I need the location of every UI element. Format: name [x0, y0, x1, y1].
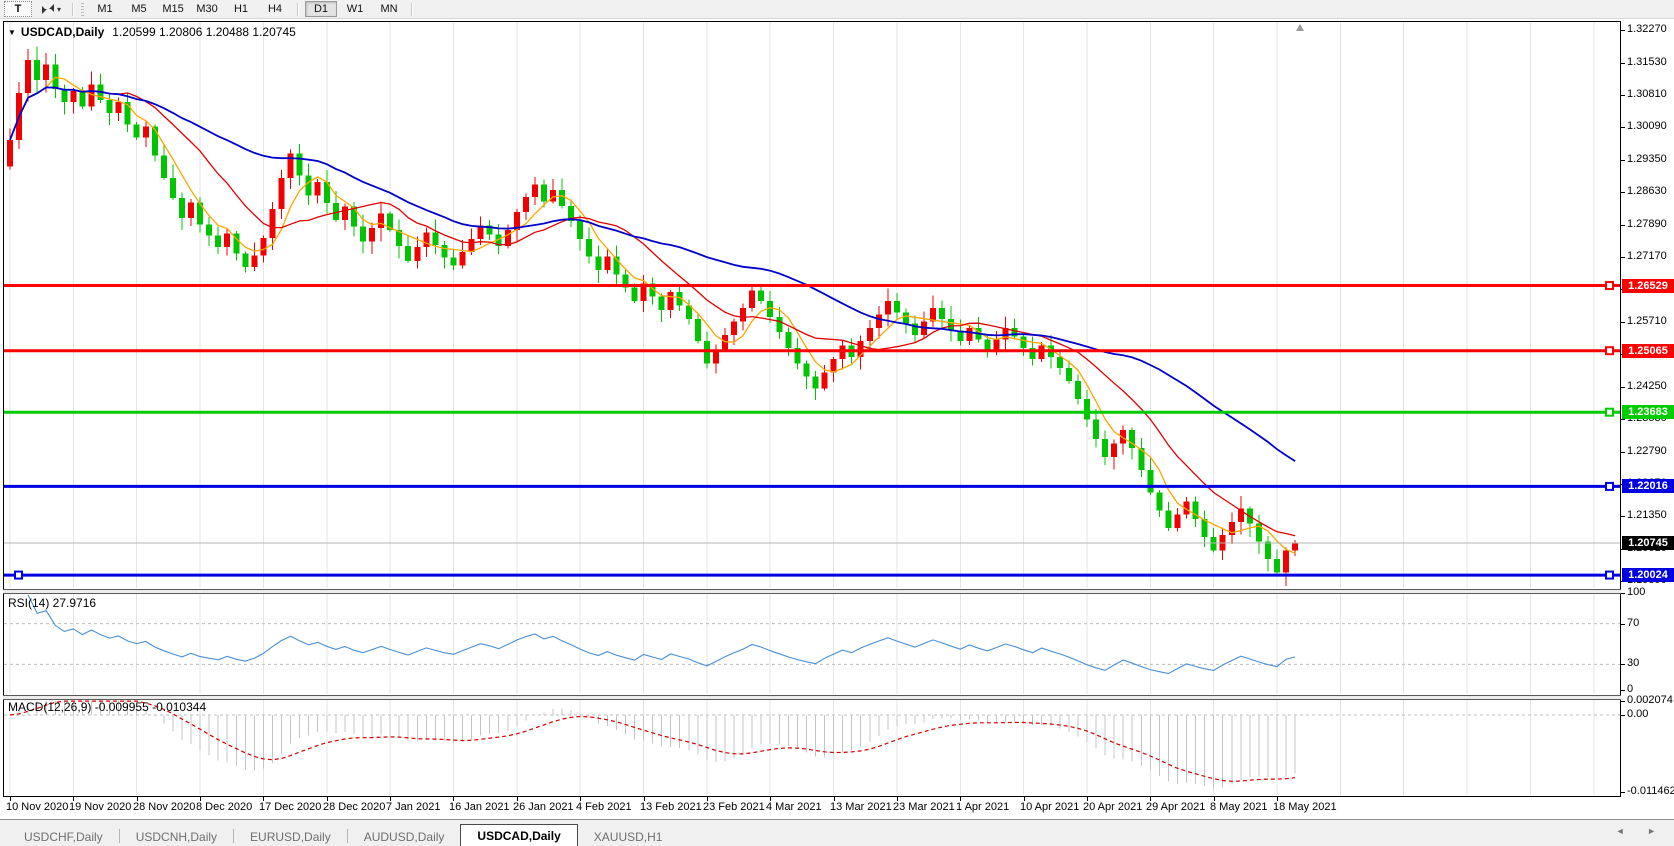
chart-menu-icon[interactable]: ▼	[8, 28, 16, 37]
price-axis-tick	[1621, 452, 1625, 453]
macd-axis-tick	[1621, 701, 1625, 702]
rsi-axis-label: 100	[1627, 586, 1645, 598]
macd-axis-label: 0.00	[1627, 708, 1648, 720]
panel-divider-macd[interactable]	[3, 695, 1621, 700]
chart-tab-usdcnh[interactable]: USDCNH,Daily	[120, 827, 233, 846]
date-axis-label: 8 May 2021	[1210, 801, 1267, 813]
date-axis-label: 17 Dec 2020	[259, 801, 321, 813]
price-level-tag[interactable]: 1.23683	[1622, 405, 1674, 419]
tab-scroll-right-button[interactable]: ►	[1647, 826, 1666, 836]
date-axis-label: 20 Apr 2021	[1083, 801, 1142, 813]
price-axis-tick	[1621, 225, 1625, 226]
rsi-axis-label: 30	[1627, 657, 1639, 669]
chart-tab-xauusd[interactable]: XAUUSD,H1	[578, 827, 679, 846]
price-axis-label: 1.21350	[1627, 509, 1667, 521]
price-axis-label: 1.32270	[1627, 23, 1667, 35]
chart-ohlc: 1.20599 1.20806 1.20488 1.20745	[112, 25, 296, 39]
price-axis-tick	[1621, 160, 1625, 161]
date-axis-label: 1 Apr 2021	[956, 801, 1009, 813]
price-axis-label: 1.30090	[1627, 120, 1667, 132]
price-level-tag[interactable]: 1.22016	[1622, 479, 1674, 493]
date-axis-line	[3, 796, 1621, 797]
chart-tab-bar: USDCHF,DailyUSDCNH,DailyEURUSD,DailyAUDU…	[0, 819, 1674, 846]
date-axis-label: 16 Jan 2021	[449, 801, 510, 813]
price-axis-label: 1.27890	[1627, 218, 1667, 230]
chart-symbol: USDCAD,Daily	[21, 25, 104, 39]
price-axis-label: 1.29350	[1627, 153, 1667, 165]
rsi-label: RSI(14) 27.9716	[8, 596, 96, 610]
macd-axis-label: 0.002074	[1627, 694, 1673, 706]
tab-scroll-left-button[interactable]: ◄	[1616, 826, 1635, 836]
chart-frame-top	[3, 21, 1621, 22]
chart-tab-eurusd[interactable]: EURUSD,Daily	[234, 827, 347, 846]
mt4-window: T ▾ M1M5M15M30H1H4D1W1MN ▼USDCAD,Daily1.…	[0, 0, 1674, 846]
price-axis-label: 1.24250	[1627, 380, 1667, 392]
panel-divider-rsi[interactable]	[3, 589, 1621, 594]
macd-label: MACD(12,26,9) -0.009955 -0.010344	[8, 700, 206, 714]
price-axis-label: 1.28630	[1627, 185, 1667, 197]
price-axis-tick	[1621, 419, 1625, 420]
price-level-tag[interactable]: 1.25065	[1622, 344, 1674, 358]
price-axis-tick	[1621, 257, 1625, 258]
price-axis-tick	[1621, 127, 1625, 128]
date-axis-label: 26 Jan 2021	[513, 801, 574, 813]
price-axis-label: 1.27170	[1627, 250, 1667, 262]
date-axis-label: 4 Feb 2021	[576, 801, 632, 813]
price-axis-tick	[1621, 322, 1625, 323]
date-axis-label: 7 Jan 2021	[386, 801, 440, 813]
price-axis-tick	[1621, 387, 1625, 388]
date-axis-label: 4 Mar 2021	[766, 801, 822, 813]
date-axis-label: 23 Mar 2021	[893, 801, 955, 813]
current-price-tag: 1.20745	[1622, 536, 1674, 550]
date-axis-label: 10 Apr 2021	[1020, 801, 1079, 813]
date-axis-label: 29 Apr 2021	[1146, 801, 1205, 813]
price-axis-label: 1.31530	[1627, 56, 1667, 68]
price-axis-label: 1.30810	[1627, 88, 1667, 100]
date-axis-label: 28 Dec 2020	[323, 801, 385, 813]
date-axis-label: 18 May 2021	[1273, 801, 1337, 813]
chart-frame-left	[3, 21, 4, 797]
rsi-axis-tick	[1621, 664, 1625, 665]
macd-axis-tick	[1621, 792, 1625, 793]
price-level-tag[interactable]: 1.26529	[1622, 279, 1674, 293]
chart-title: ▼ USDCAD,Daily 1.20599 1.20806 1.20488 1.2…	[8, 25, 296, 39]
rsi-axis-tick	[1621, 690, 1625, 691]
chart-tab-usdchf[interactable]: USDCHF,Daily	[8, 827, 119, 846]
price-axis-tick	[1621, 30, 1625, 31]
macd-axis-tick	[1621, 715, 1625, 716]
price-axis-line	[1620, 21, 1621, 797]
price-axis-tick	[1621, 63, 1625, 64]
date-axis-label: 19 Nov 2020	[69, 801, 131, 813]
date-axis-label: 10 Nov 2020	[6, 801, 68, 813]
date-axis-label: 13 Mar 2021	[830, 801, 892, 813]
price-axis-tick	[1621, 192, 1625, 193]
chart-canvas[interactable]	[0, 0, 1674, 846]
price-axis-tick	[1621, 95, 1625, 96]
rsi-axis-tick	[1621, 624, 1625, 625]
date-axis-label: 13 Feb 2021	[640, 801, 702, 813]
rsi-axis-tick	[1621, 593, 1625, 594]
chart-tab-usdcad[interactable]: USDCAD,Daily	[460, 824, 577, 846]
price-level-tag[interactable]: 1.20024	[1622, 568, 1674, 582]
rsi-axis-label: 70	[1627, 617, 1639, 629]
date-axis-label: 28 Nov 2020	[133, 801, 195, 813]
macd-axis-label: -0.011462	[1627, 785, 1674, 797]
price-axis-label: 1.25710	[1627, 315, 1667, 327]
price-axis-tick	[1621, 516, 1625, 517]
chart-tab-audusd[interactable]: AUDUSD,Daily	[348, 827, 461, 846]
price-axis-label: 1.22790	[1627, 445, 1667, 457]
date-axis-label: 8 Dec 2020	[196, 801, 252, 813]
date-axis-label: 23 Feb 2021	[703, 801, 765, 813]
